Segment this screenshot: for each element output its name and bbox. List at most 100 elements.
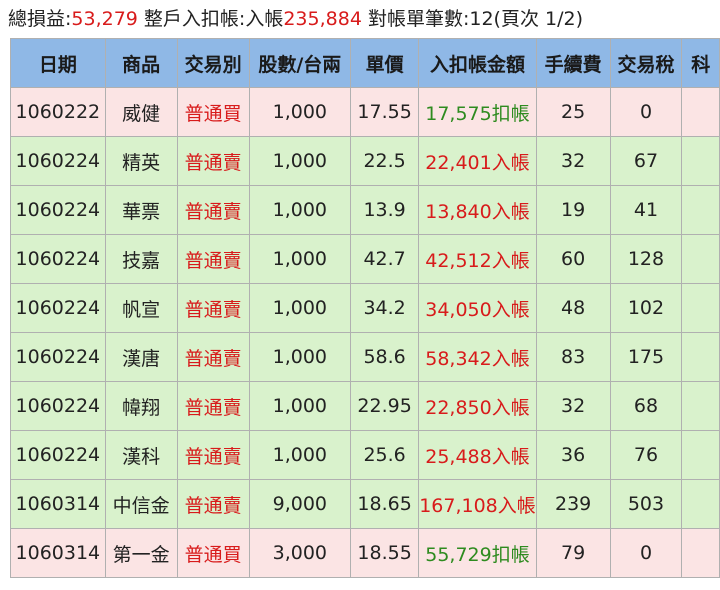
cell-trade-type: 普通賣 [176,185,250,235]
cell-price: 42.7 [350,234,420,284]
table-row[interactable]: 1060314 第一金 普通買 3,000 18.55 55,729扣帳 79 0 [10,528,720,578]
cell-product: 精英 [104,136,178,186]
cell-shares: 3,000 [248,528,352,578]
cell-shares: 1,000 [248,430,352,480]
col-header-price[interactable]: 單價 [350,38,420,88]
cell-date: 1060222 [10,87,106,137]
table-row[interactable]: 1060224 技嘉 普通賣 1,000 42.7 42,512入帳 60 128 [10,234,720,284]
account-summary: 總損益:53,279 整戶入扣帳:入帳235,884 對帳單筆數:12(頁次 1… [0,0,720,38]
cell-amount: 55,729扣帳 [418,528,537,578]
cell-price: 34.2 [350,283,420,333]
cell-tax: 67 [609,136,683,186]
cell-truncated [681,283,720,333]
net-value: 235,884 [283,8,362,30]
cell-truncated [681,528,720,578]
col-header-fee[interactable]: 手續費 [535,38,611,88]
cell-date: 1060224 [10,332,106,382]
cell-truncated [681,136,720,186]
cell-tax: 503 [609,479,683,529]
cell-product: 華票 [104,185,178,235]
net-label: 整戶入扣帳:入帳 [137,8,284,30]
cell-fee: 48 [535,283,611,333]
table-row[interactable]: 1060314 中信金 普通賣 9,000 18.65 167,108入帳 239 503 [10,479,720,529]
cell-fee: 32 [535,381,611,431]
cell-amount: 22,850入帳 [418,381,537,431]
cell-trade-type: 普通賣 [176,234,250,284]
cell-amount: 42,512入帳 [418,234,537,284]
col-header-tax[interactable]: 交易稅 [609,38,683,88]
table-row[interactable]: 1060224 幃翔 普通賣 1,000 22.95 22,850入帳 32 68 [10,381,720,431]
cell-date: 1060314 [10,528,106,578]
cell-trade-type: 普通賣 [176,381,250,431]
col-header-amount[interactable]: 入扣帳金額 [418,38,537,88]
cell-truncated [681,430,720,480]
cell-amount: 13,840入帳 [418,185,537,235]
cell-price: 22.95 [350,381,420,431]
cell-product: 漢唐 [104,332,178,382]
cell-price: 58.6 [350,332,420,382]
cell-product: 中信金 [104,479,178,529]
cell-shares: 1,000 [248,234,352,284]
cell-product: 威健 [104,87,178,137]
cell-fee: 25 [535,87,611,137]
cell-date: 1060224 [10,234,106,284]
cell-product: 技嘉 [104,234,178,284]
cell-fee: 60 [535,234,611,284]
col-header-type[interactable]: 交易別 [176,38,250,88]
col-header-truncated[interactable]: 科 [681,38,720,88]
pl-value: 53,279 [71,8,138,30]
col-header-product[interactable]: 商品 [104,38,178,88]
cell-price: 18.65 [350,479,420,529]
cell-truncated [681,479,720,529]
count-text: 對帳單筆數:12(頁次 1/2) [361,8,583,30]
cell-shares: 1,000 [248,283,352,333]
cell-price: 22.5 [350,136,420,186]
table-row[interactable]: 1060224 帆宣 普通賣 1,000 34.2 34,050入帳 48 102 [10,283,720,333]
cell-trade-type: 普通賣 [176,332,250,382]
cell-tax: 68 [609,381,683,431]
cell-amount: 25,488入帳 [418,430,537,480]
cell-tax: 102 [609,283,683,333]
cell-product: 第一金 [104,528,178,578]
cell-fee: 36 [535,430,611,480]
cell-amount: 34,050入帳 [418,283,537,333]
cell-price: 13.9 [350,185,420,235]
cell-truncated [681,234,720,284]
cell-tax: 76 [609,430,683,480]
cell-trade-type: 普通賣 [176,479,250,529]
cell-date: 1060224 [10,283,106,333]
cell-tax: 0 [609,87,683,137]
cell-shares: 1,000 [248,332,352,382]
cell-trade-type: 普通賣 [176,136,250,186]
cell-tax: 175 [609,332,683,382]
cell-trade-type: 普通買 [176,528,250,578]
col-header-shares[interactable]: 股數/台兩 [248,38,352,88]
cell-date: 1060314 [10,479,106,529]
cell-shares: 1,000 [248,136,352,186]
cell-product: 帆宣 [104,283,178,333]
table-row[interactable]: 1060224 漢唐 普通賣 1,000 58.6 58,342入帳 83 175 [10,332,720,382]
cell-shares: 1,000 [248,381,352,431]
table-row[interactable]: 1060224 漢科 普通賣 1,000 25.6 25,488入帳 36 76 [10,430,720,480]
cell-date: 1060224 [10,185,106,235]
table-row[interactable]: 1060222 威健 普通買 1,000 17.55 17,575扣帳 25 0 [10,87,720,137]
cell-truncated [681,381,720,431]
pl-label: 總損益: [8,8,72,30]
cell-fee: 19 [535,185,611,235]
table-row[interactable]: 1060224 精英 普通賣 1,000 22.5 22,401入帳 32 67 [10,136,720,186]
cell-truncated [681,87,720,137]
cell-fee: 83 [535,332,611,382]
cell-tax: 41 [609,185,683,235]
cell-shares: 1,000 [248,185,352,235]
cell-date: 1060224 [10,430,106,480]
cell-date: 1060224 [10,381,106,431]
cell-trade-type: 普通賣 [176,430,250,480]
cell-tax: 128 [609,234,683,284]
table-row[interactable]: 1060224 華票 普通賣 1,000 13.9 13,840入帳 19 41 [10,185,720,235]
cell-shares: 1,000 [248,87,352,137]
cell-amount: 17,575扣帳 [418,87,537,137]
col-header-date[interactable]: 日期 [10,38,106,88]
cell-fee: 239 [535,479,611,529]
statement-table: 日期 商品 交易別 股數/台兩 單價 入扣帳金額 手續費 交易稅 科 10602… [10,38,720,578]
cell-trade-type: 普通賣 [176,283,250,333]
